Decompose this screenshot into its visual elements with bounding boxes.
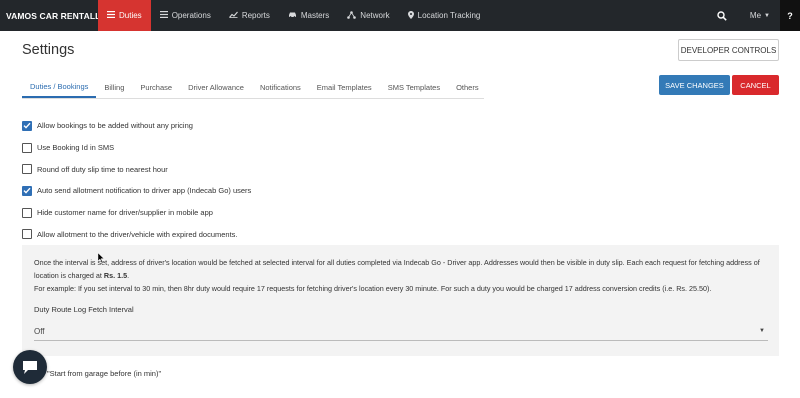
network-icon [347,10,357,21]
option-hide-customer-name[interactable]: Hide customer name for driver/supplier i… [22,202,251,224]
brand-name[interactable]: VAMOS CAR RENTALL [0,11,100,21]
option-allow-bookings-without-pricing[interactable]: Allow bookings to be added without any p… [22,115,251,137]
tab-sms-templates[interactable]: SMS Templates [380,77,448,98]
save-changes-button[interactable]: SAVE CHANGES [659,75,730,95]
settings-tabs: Duties / Bookings Billing Purchase Drive… [22,77,484,99]
option-use-booking-id-in-sms[interactable]: Use Booking Id in SMS [22,137,251,159]
option-label: Allow bookings to be added without any p… [37,121,193,131]
checkbox-unchecked[interactable] [22,207,32,218]
option-label: Allow allotment to the driver/vehicle wi… [37,229,238,239]
location-pin-icon [407,10,414,21]
option-allow-allotment-expired-documents[interactable]: Allow allotment to the driver/vehicle wi… [22,223,251,245]
settings-options-list: Allow bookings to be added without any p… [22,115,251,245]
option-label: Use Booking Id in SMS [37,143,115,153]
nav-item-label: Operations [171,11,211,20]
route-log-settings-panel: Once the interval is set, address of dri… [22,245,779,356]
checkbox-checked[interactable] [22,185,32,196]
user-menu[interactable]: Me ▼ [740,0,780,31]
checkbox-unchecked[interactable] [22,164,32,175]
duties-menu-icon [107,11,115,20]
checkmark-icon [23,188,31,195]
tab-driver-allowance[interactable]: Driver Allowance [180,77,252,98]
nav-item-masters[interactable]: Masters [279,0,338,31]
tab-email-templates[interactable]: Email Templates [309,77,380,98]
checkbox-checked[interactable] [22,120,32,131]
checkbox-unchecked[interactable] [22,229,32,240]
nav-item-network[interactable]: Network [338,0,398,31]
chat-support-button[interactable] [13,350,47,384]
tab-others[interactable]: Others [448,77,487,98]
cancel-button[interactable]: CANCEL [732,75,779,95]
start-from-garage-label: "Start from garage before (in min)" [47,369,162,378]
route-log-interval-label: Duty Route Log Fetch Interval [34,305,134,315]
option-round-off-duty-slip-time[interactable]: Round off duty slip time to nearest hour [22,158,251,180]
tab-duties-bookings[interactable]: Duties / Bookings [22,77,97,98]
chat-bubble-icon [23,360,37,374]
user-menu-label: Me [749,11,762,20]
chevron-down-icon: ▼ [764,12,770,19]
option-label: Auto send allotment notification to driv… [37,186,252,196]
select-value: Off [34,327,45,337]
checkmark-icon [23,123,31,129]
nav-item-duties[interactable]: Duties [98,0,151,31]
tab-billing[interactable]: Billing [96,77,132,98]
nav-item-label: Masters [300,11,330,20]
route-log-description: Once the interval is set, address of dri… [34,257,767,283]
operations-list-icon [159,11,168,20]
nav-item-label: Network [360,11,390,20]
reports-chart-icon [228,11,238,20]
nav-item-operations[interactable]: Operations [151,0,220,31]
checkbox-unchecked[interactable] [22,142,32,153]
description-end: . [127,270,130,280]
price-highlight: Rs. 1.5 [103,270,128,280]
option-auto-send-allotment-notification[interactable]: Auto send allotment notification to driv… [22,180,251,202]
help-button[interactable]: ? [780,0,800,31]
nav-item-location-tracking[interactable]: Location Tracking [399,0,490,31]
tab-purchase[interactable]: Purchase [132,77,180,98]
description-text: Once the interval is set, address of dri… [34,258,760,280]
nav-item-label: Duties [119,11,142,20]
nav-item-reports[interactable]: Reports [220,0,279,31]
dropdown-arrow-icon: ▼ [759,328,765,335]
tab-notifications[interactable]: Notifications [252,77,309,98]
page-title: Settings [22,42,75,58]
nav-item-label: Location Tracking [417,11,481,20]
option-label: Round off duty slip time to nearest hour [37,164,168,174]
masters-car-icon [288,11,297,20]
route-log-interval-select[interactable]: Off ▼ [34,323,768,342]
nav-right-group: Me ▼ ? [712,0,800,31]
top-navbar: VAMOS CAR RENTALL Duties Operations Repo… [0,0,800,31]
developer-controls-button[interactable]: DEVELOPER CONTROLS [678,39,779,61]
mouse-cursor-icon [97,250,105,268]
route-log-example: For example: If you set interval to 30 m… [34,283,712,293]
search-icon[interactable] [712,10,732,21]
option-label: Hide customer name for driver/supplier i… [37,208,213,218]
nav-item-label: Reports [241,11,270,20]
